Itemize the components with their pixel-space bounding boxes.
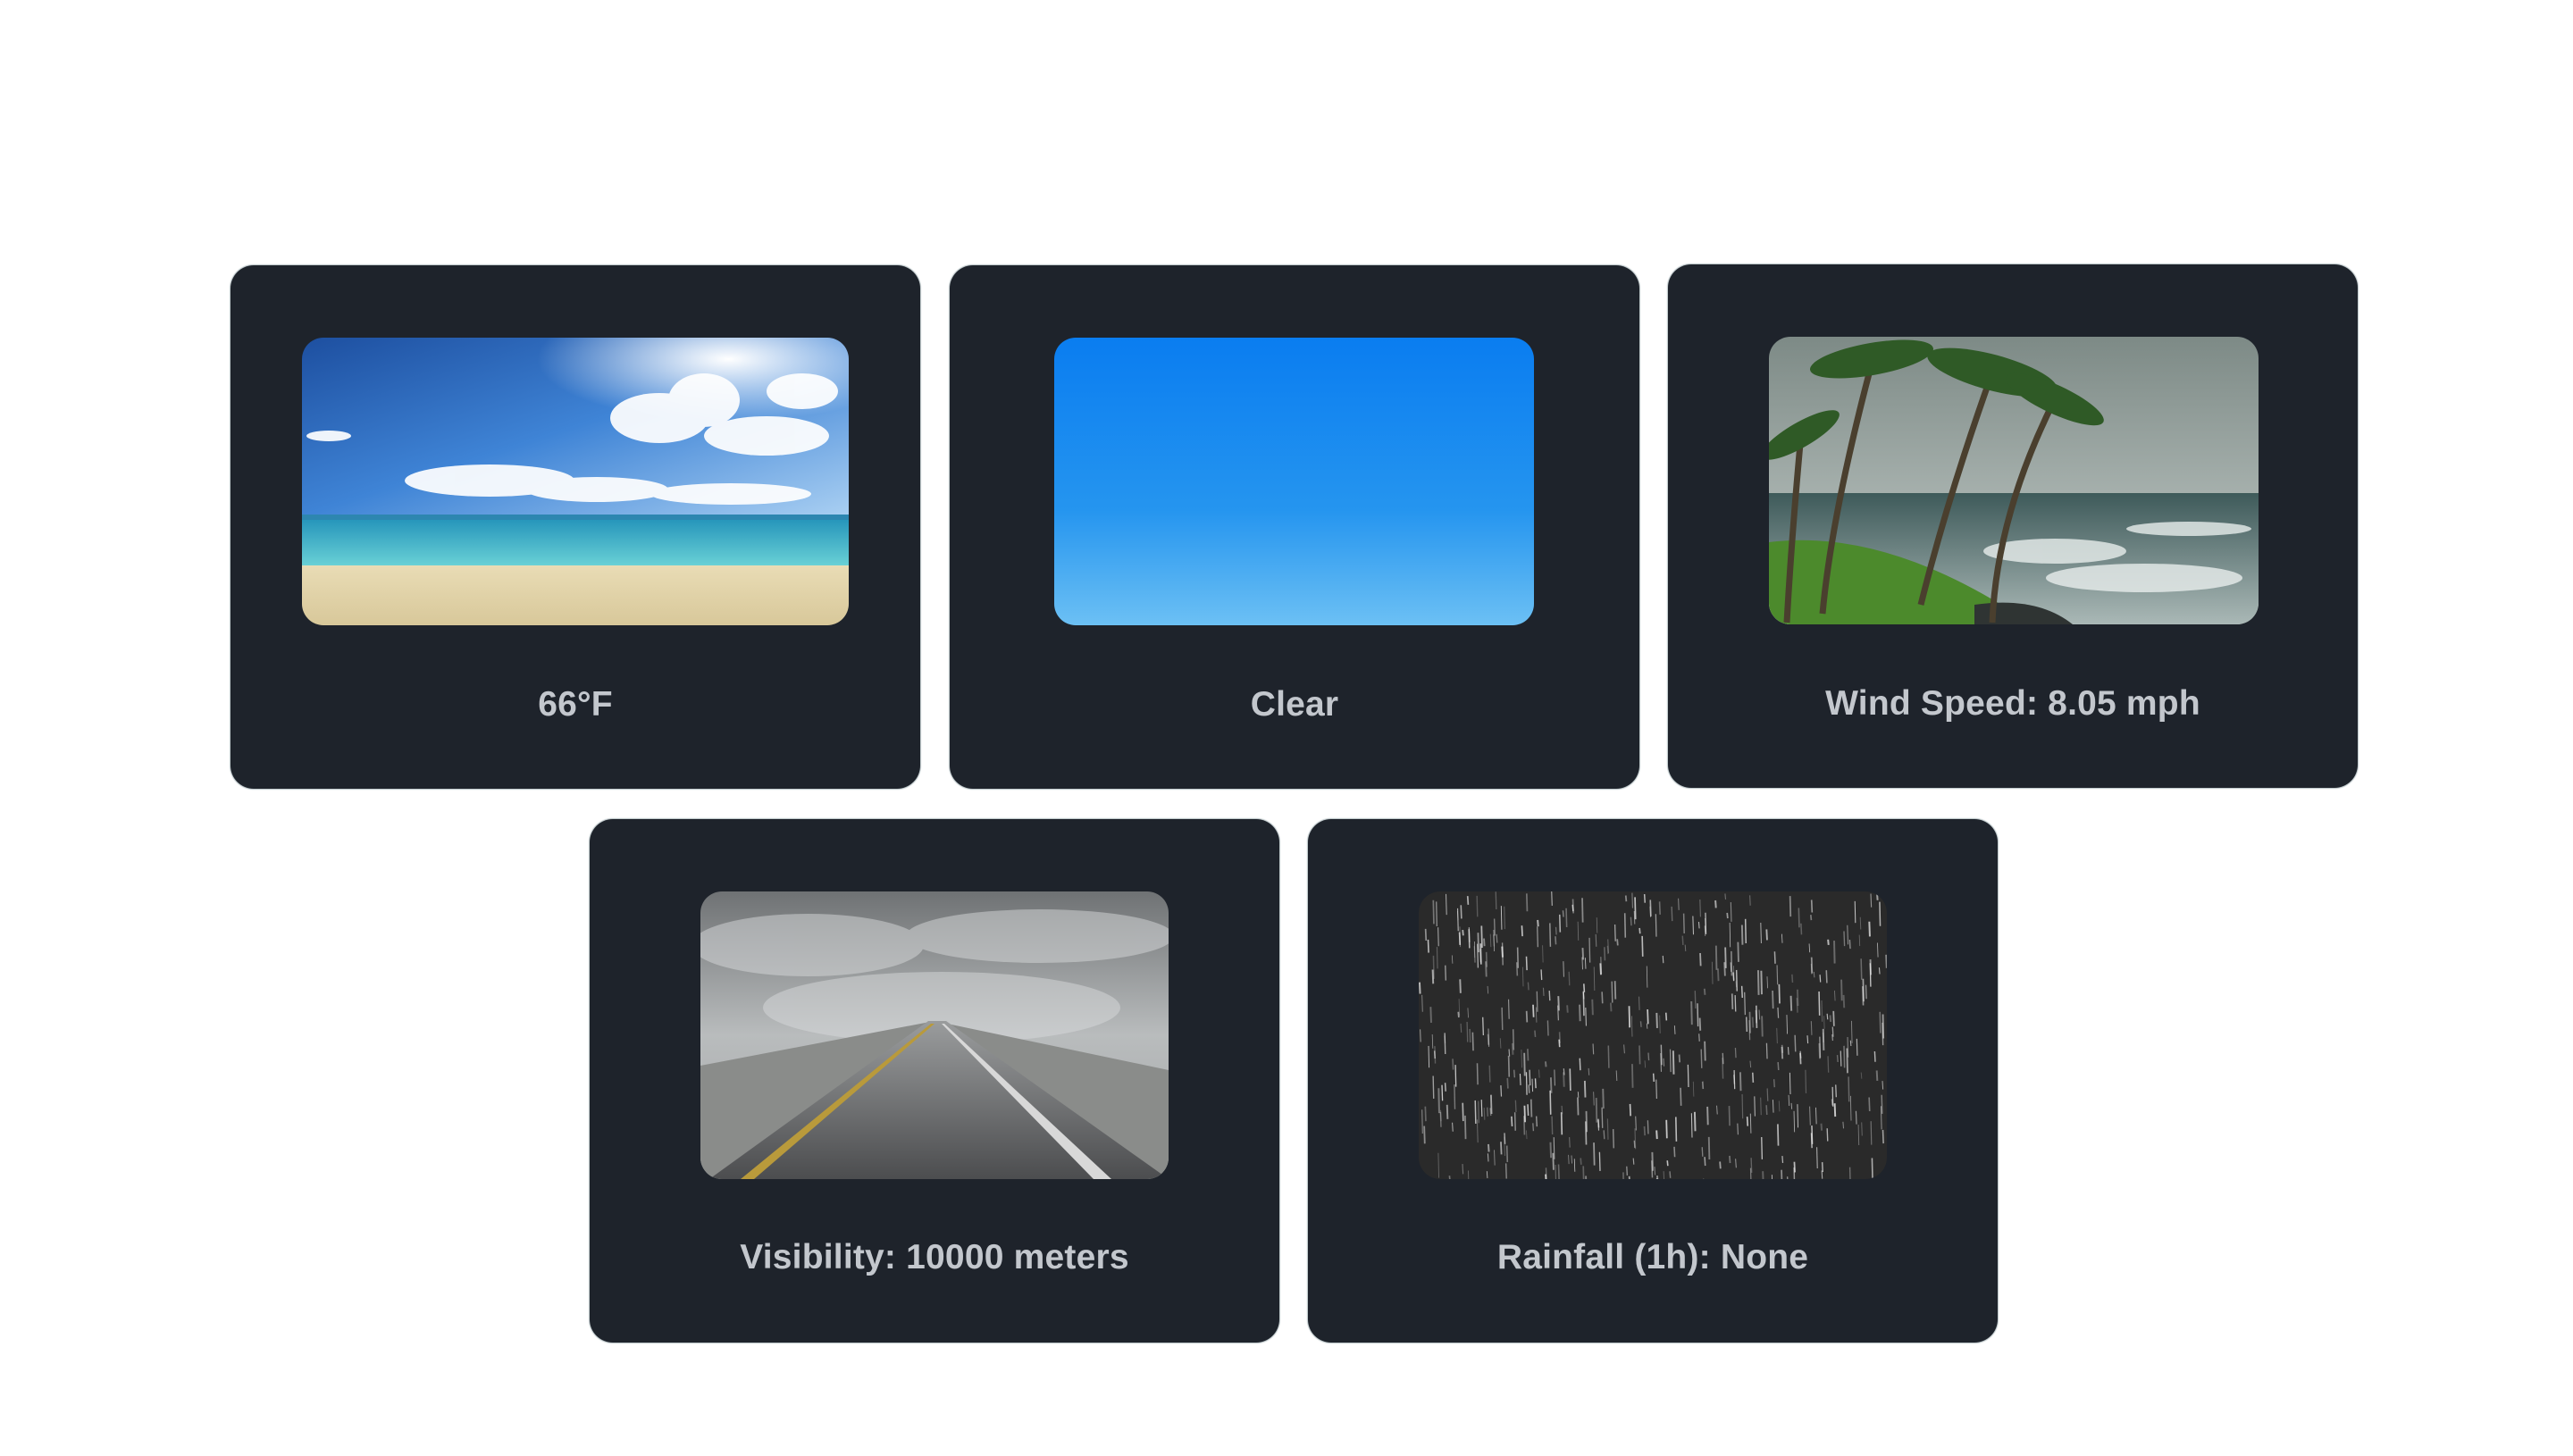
- wind-speed-label: Wind Speed: 8.05 mph: [1825, 684, 2200, 723]
- temperature-card: 66°F: [230, 265, 920, 789]
- visibility-card: Visibility: 10000 meters: [590, 819, 1279, 1343]
- visibility-label: Visibility: 10000 meters: [740, 1238, 1129, 1276]
- condition-card: Clear: [950, 265, 1639, 789]
- rainfall-card: Rainfall (1h): None: [1308, 819, 1998, 1343]
- wind-speed-card: Wind Speed: 8.05 mph: [1668, 264, 2358, 788]
- condition-label: Clear: [1250, 685, 1339, 724]
- foggy-road-image: [700, 891, 1169, 1179]
- rain-streaks-image: [1419, 891, 1887, 1179]
- sunny-beach-image: [302, 338, 849, 625]
- windy-palms-image: [1769, 337, 2259, 624]
- clear-sky-image: [1054, 338, 1534, 625]
- rainfall-label: Rainfall (1h): None: [1496, 1238, 1809, 1276]
- temperature-label: 66°F: [538, 685, 613, 724]
